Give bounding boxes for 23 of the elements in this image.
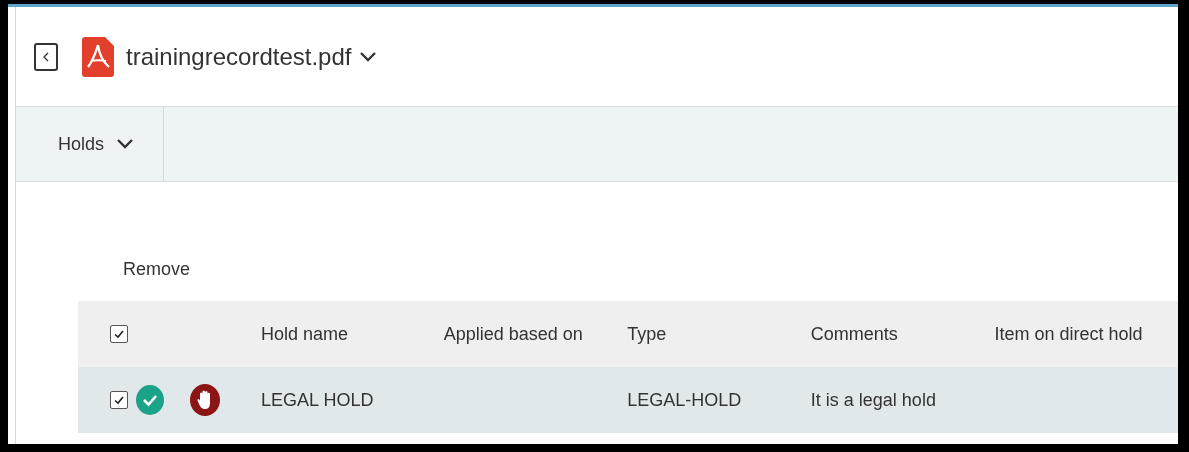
- chevron-down-icon: [116, 138, 135, 150]
- checkbox[interactable]: [110, 325, 128, 343]
- check-icon: [113, 394, 125, 406]
- back-button[interactable]: [34, 42, 58, 71]
- check-icon: [113, 328, 125, 340]
- checkbox[interactable]: [110, 391, 128, 409]
- column-header[interactable]: Hold name: [261, 323, 349, 344]
- column-header[interactable]: Type: [627, 323, 667, 344]
- file-title: trainingrecordtest.pdf: [126, 41, 352, 72]
- column-header[interactable]: Applied based on: [443, 323, 583, 344]
- pdf-file-icon: [82, 36, 114, 77]
- table-cell: It is a legal hold: [810, 389, 936, 410]
- column-header[interactable]: Comments: [810, 323, 898, 344]
- table-cell: LEGAL HOLD: [261, 389, 374, 410]
- remove-button[interactable]: Remove: [123, 256, 191, 283]
- holds-dropdown[interactable]: Holds: [16, 107, 164, 181]
- table-cell: LEGAL-HOLD: [627, 389, 742, 410]
- check-circle-icon: [136, 385, 164, 415]
- column-header[interactable]: Item on direct hold: [994, 323, 1143, 344]
- chevron-down-icon[interactable]: [359, 50, 378, 63]
- table-row[interactable]: LEGAL HOLD LEGAL-HOLD It is a legal hold: [78, 367, 1178, 433]
- hand-icon: [190, 384, 220, 416]
- chevron-left-icon: [42, 51, 50, 62]
